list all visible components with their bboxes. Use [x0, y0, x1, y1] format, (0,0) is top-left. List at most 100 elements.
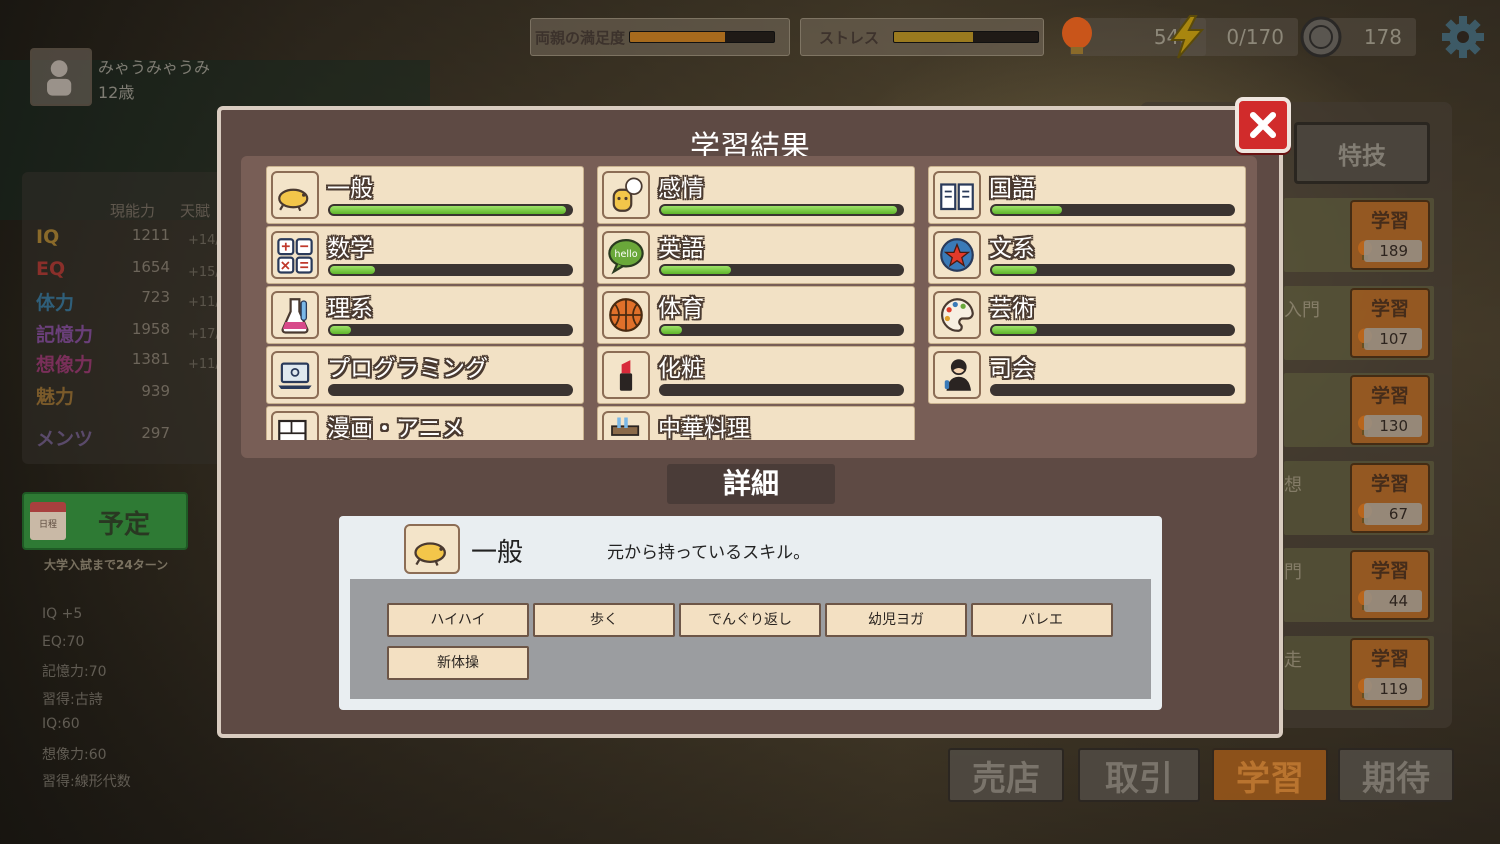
- skill-name: 芸術: [989, 296, 1035, 322]
- skill-progress-fill: [992, 206, 1062, 214]
- cooking-icon: [611, 417, 640, 436]
- parent-satisfaction-track: [629, 31, 776, 43]
- course-row: 学習 130: [1284, 373, 1434, 447]
- skill-progress-bar: [328, 204, 573, 216]
- stress-meter: ストレス: [800, 18, 1044, 56]
- skill-name: 数学: [327, 236, 373, 262]
- study-button[interactable]: 学習 189: [1350, 200, 1430, 270]
- sub-skill-item[interactable]: 歩く: [533, 603, 675, 637]
- stat-name: EQ: [36, 258, 66, 280]
- player-age: 12歳: [98, 83, 135, 102]
- stat-value: 1958: [131, 320, 170, 338]
- nav-trade-button[interactable]: 取引: [1078, 748, 1200, 802]
- skill-cell[interactable]: 数学: [266, 226, 584, 284]
- skill-progress-fill: [992, 326, 1037, 334]
- close-icon: [1249, 111, 1277, 139]
- stat-row: 魅力 939: [36, 382, 236, 412]
- skill-cell[interactable]: 文系: [928, 226, 1246, 284]
- course-row: 入門 学習 107: [1284, 285, 1434, 360]
- skill-progress-bar: [328, 324, 573, 336]
- skill-cell[interactable]: 理系: [266, 286, 584, 344]
- nav-expectation-button[interactable]: 期待: [1338, 748, 1454, 802]
- palette-icon: [941, 298, 974, 332]
- skill-progress-bar: [990, 384, 1235, 396]
- study-cost: 130: [1364, 415, 1422, 437]
- stress-label: ストレス: [819, 28, 880, 47]
- skill-cell[interactable]: 芸術: [928, 286, 1246, 344]
- avatar[interactable]: [30, 48, 92, 106]
- skill-icon-frame: [271, 171, 319, 219]
- stat-row: IQ 1211 +14/タ: [36, 226, 236, 256]
- stat-value: 297: [141, 424, 170, 442]
- skill-cell[interactable]: 体育: [597, 286, 915, 344]
- course-label: 門: [1284, 562, 1302, 583]
- log-entry: IQ +5: [42, 606, 83, 622]
- book-icon: [940, 183, 974, 211]
- sub-skill-item[interactable]: 新体操: [387, 646, 529, 680]
- skill-progress-bar: [990, 204, 1235, 216]
- study-cost: 67: [1364, 502, 1422, 525]
- svg-text:hello: hello: [614, 249, 637, 260]
- stat-name: メンツ: [36, 428, 94, 450]
- sub-skill-item[interactable]: 幼児ヨガ: [825, 603, 967, 637]
- skill-icon-frame: [602, 351, 650, 399]
- manga-icon: [278, 419, 307, 440]
- study-button[interactable]: 学習 130: [1350, 375, 1430, 445]
- skill-progress-fill: [661, 266, 731, 274]
- skill-progress-fill: [330, 326, 351, 334]
- skill-cell[interactable]: 感情: [597, 166, 915, 224]
- skill-icon-frame: [271, 291, 319, 339]
- skill-cell[interactable]: プログラミング: [266, 346, 584, 404]
- skill-cell[interactable]: 化粧: [597, 346, 915, 404]
- lipstick-icon: [619, 360, 633, 391]
- study-button-label: 学習: [1370, 560, 1409, 582]
- sub-skill-item[interactable]: バレエ: [971, 603, 1113, 637]
- settings-gear-icon[interactable]: [1440, 14, 1486, 60]
- skill-icon-frame: [271, 351, 319, 399]
- sub-skill-item[interactable]: ハイハイ: [387, 603, 529, 637]
- stats-header-ability: 現能力: [110, 202, 156, 220]
- stat-value: 723: [141, 288, 170, 306]
- sub-skill-item[interactable]: でんぐり返し: [679, 603, 821, 637]
- study-button[interactable]: 学習 119: [1350, 637, 1430, 708]
- coin-counter: 178: [1300, 16, 1416, 58]
- study-button-label: 学習: [1370, 647, 1409, 670]
- stat-name: 魅力: [36, 386, 75, 408]
- study-button[interactable]: 学習 107: [1350, 287, 1430, 358]
- study-cost: 119: [1364, 677, 1422, 700]
- course-label: 入門: [1284, 299, 1320, 321]
- stat-row: 記憶力 1958 +17/タ: [36, 320, 236, 350]
- skill-cell[interactable]: 漫画・アニメ: [266, 406, 584, 440]
- stat-name: 記憶力: [36, 324, 94, 346]
- skill-cell[interactable]: hello 英語: [597, 226, 915, 284]
- skill-cell[interactable]: 国語: [928, 166, 1246, 224]
- stat-row: 体力 723 +11/タ: [36, 288, 236, 318]
- study-button[interactable]: 学習 44: [1350, 550, 1430, 620]
- schedule-button[interactable]: 日程 予定: [22, 492, 188, 550]
- basketball-icon: [609, 298, 643, 332]
- tab-special-skills[interactable]: 特技: [1294, 122, 1430, 184]
- skill-cell[interactable]: 中華料理: [597, 406, 915, 440]
- stat-row: メンツ 297: [36, 424, 236, 454]
- skill-cell[interactable]: 一般: [266, 166, 584, 224]
- close-button[interactable]: [1235, 97, 1291, 153]
- skill-icon-frame: [602, 411, 650, 440]
- schedule-label: 予定: [98, 510, 151, 540]
- nav-study-button[interactable]: 学習: [1212, 748, 1328, 802]
- skill-icon-frame: [933, 171, 981, 219]
- skill-cell[interactable]: 司会: [928, 346, 1246, 404]
- parent-satisfaction-meter: 両親の満足度: [530, 18, 790, 56]
- calendar-icon: 日程: [30, 502, 66, 540]
- skill-name: 漫画・アニメ: [327, 416, 465, 440]
- study-button-label: 学習: [1370, 472, 1409, 495]
- skill-icon-frame: [271, 231, 319, 279]
- nav-shop-button[interactable]: 売店: [948, 748, 1064, 802]
- study-button[interactable]: 学習 67: [1350, 462, 1430, 533]
- emotion-icon: [612, 177, 643, 212]
- stat-row: 想像力 1381 +11/タ: [36, 350, 236, 380]
- study-button-label: 学習: [1370, 385, 1409, 407]
- lightning-icon: [1170, 15, 1205, 59]
- skill-icon-frame: hello: [602, 231, 650, 279]
- laptop-icon: [278, 362, 312, 389]
- skill-list[interactable]: 一般 感情 国語数学 hello 英語 文系理系 体育 芸術プログラミング 化粧 司会漫画・アニメ…: [264, 166, 1248, 440]
